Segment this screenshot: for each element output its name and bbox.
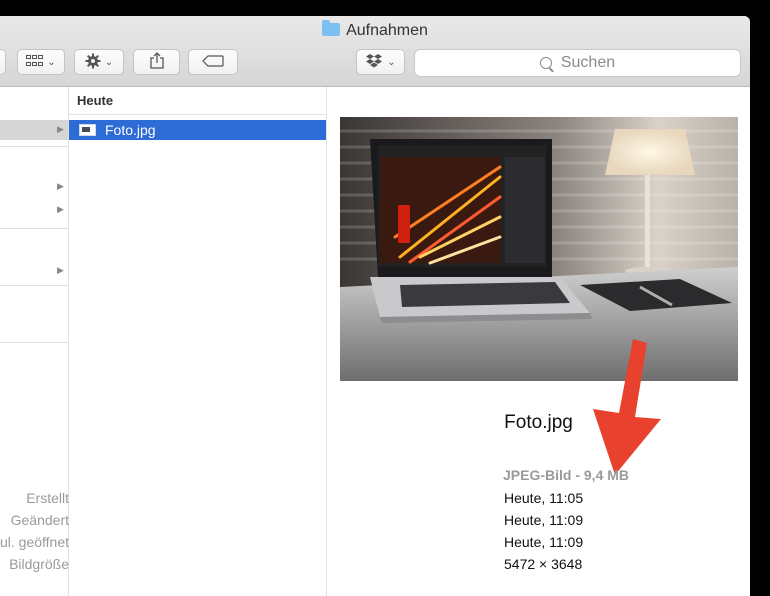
share-icon <box>149 52 164 72</box>
column-header: Heute <box>69 87 326 115</box>
finder-content: ▶ ▶ ▶ ▶ Heute Foto.jpg Foto.jpg JPEG-Bil… <box>0 87 750 596</box>
folder-icon <box>322 20 341 36</box>
info-value: 5472 × 3648 <box>504 556 583 572</box>
file-name: Foto.jpg <box>105 122 156 138</box>
view-button-partial[interactable] <box>0 49 6 75</box>
tag-icon <box>202 54 224 70</box>
preview-kind: JPEG-Bild - 9,4 MB <box>503 467 630 483</box>
grid-icon <box>26 54 44 70</box>
file-row-selected[interactable]: Foto.jpg <box>69 120 326 140</box>
finder-window: Aufnahmen ⌄ ⌄ ⌄ Suchen ▶ ▶ ▶ ▶ Heute Fot… <box>0 16 750 596</box>
gear-icon <box>85 53 101 72</box>
preview-filename: Foto.jpg <box>504 412 573 433</box>
info-label: Erstellt <box>26 490 69 506</box>
search-icon <box>539 57 552 69</box>
info-value: Heute, 11:09 <box>504 512 584 528</box>
divider <box>0 342 68 343</box>
image-file-icon <box>79 124 96 136</box>
info-value: Heute, 11:09 <box>504 534 584 550</box>
annotation-arrow <box>593 339 661 475</box>
info-label: Bildgröße <box>9 556 69 572</box>
group-view-button[interactable]: ⌄ <box>17 49 65 75</box>
divider <box>0 228 68 229</box>
disclosure-arrow-icon[interactable]: ▶ <box>57 265 64 276</box>
chevron-down-icon: ⌄ <box>104 56 114 68</box>
divider <box>0 146 68 147</box>
disclosure-arrow-icon[interactable]: ▶ <box>57 124 64 135</box>
search-field[interactable]: Suchen <box>414 49 741 77</box>
info-value: Heute, 11:05 <box>504 490 584 506</box>
chevron-down-icon: ⌄ <box>47 56 56 68</box>
preview-pane: Foto.jpg JPEG-Bild - 9,4 MB Erstellt Heu… <box>0 87 750 596</box>
dropbox-icon <box>365 53 383 72</box>
chevron-down-icon: ⌄ <box>387 56 396 68</box>
info-label: Geändert <box>10 512 69 528</box>
action-button[interactable]: ⌄ <box>74 49 124 75</box>
toolbar: Aufnahmen ⌄ ⌄ ⌄ Suchen <box>0 16 750 87</box>
window-title-text: Aufnahmen <box>346 22 428 39</box>
file-column: Heute Foto.jpg <box>69 87 327 596</box>
share-button[interactable] <box>133 49 180 75</box>
divider <box>0 285 68 286</box>
info-label: Zul. geöffnet <box>0 534 69 550</box>
search-placeholder: Suchen <box>560 54 616 71</box>
window-title: Aufnahmen <box>0 20 750 40</box>
disclosure-arrow-icon[interactable]: ▶ <box>57 204 64 215</box>
dropbox-button[interactable]: ⌄ <box>356 49 405 75</box>
disclosure-arrow-icon[interactable]: ▶ <box>57 181 64 192</box>
preview-image <box>340 117 738 381</box>
tags-button[interactable] <box>188 49 238 75</box>
